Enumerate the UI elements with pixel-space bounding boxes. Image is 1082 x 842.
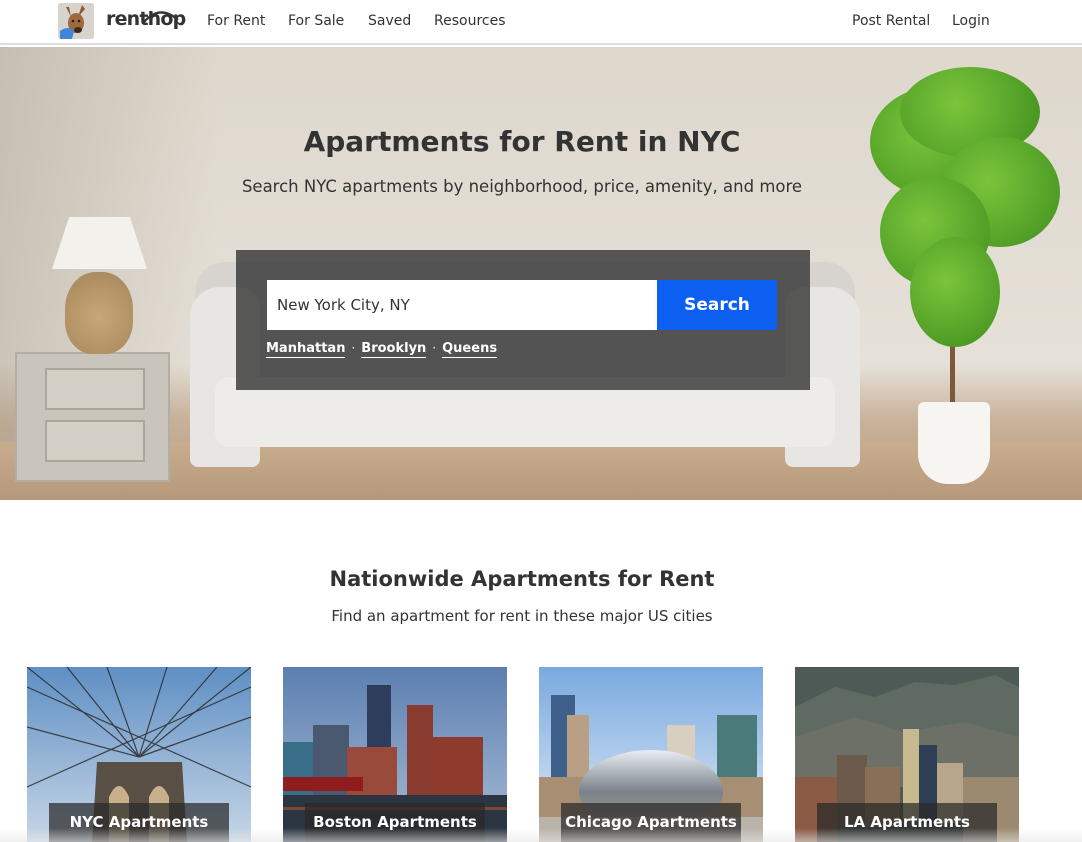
nightstand-drawer [45, 368, 145, 410]
logo-arc-icon [143, 11, 179, 23]
nav-saved[interactable]: Saved [368, 13, 411, 29]
search-button[interactable]: Search [657, 280, 777, 330]
nightstand-drawer [45, 420, 145, 462]
city-card-chicago[interactable]: Chicago Apartments [539, 667, 763, 842]
nav-post-rental[interactable]: Post Rental [852, 13, 930, 29]
top-navigation: renthop For Rent For Sale Saved Resource… [0, 0, 1082, 45]
location-search-input[interactable] [267, 280, 657, 330]
nav-resources[interactable]: Resources [434, 13, 506, 29]
nationwide-title: Nationwide Apartments for Rent [329, 567, 715, 591]
hero-title: Apartments for Rent in NYC [303, 125, 741, 158]
quick-link-manhattan[interactable]: Manhattan [266, 341, 346, 358]
renthop-logo-icon[interactable] [58, 3, 94, 39]
separator: · [432, 341, 437, 355]
search-panel: Search Manhattan · Brooklyn · Queens [236, 250, 810, 390]
lamp-base-image [65, 272, 133, 354]
quick-link-queens[interactable]: Queens [442, 341, 498, 358]
city-card-la[interactable]: LA Apartments [795, 667, 1019, 842]
neighborhood-quick-links: Manhattan · Brooklyn · Queens [266, 341, 498, 358]
city-card-boston[interactable]: Boston Apartments [283, 667, 507, 842]
nav-for-rent[interactable]: For Rent [207, 13, 265, 29]
quick-link-brooklyn[interactable]: Brooklyn [361, 341, 427, 358]
page-bottom-fade [0, 828, 1082, 842]
separator: · [351, 341, 356, 355]
plant-leaves [910, 237, 1000, 347]
plant-pot-image [918, 402, 990, 484]
nationwide-subtitle: Find an apartment for rent in these majo… [331, 607, 713, 625]
hero-subtitle: Search NYC apartments by neighborhood, p… [241, 177, 803, 196]
nightstand-image [15, 352, 170, 482]
hero-banner: Apartments for Rent in NYC Search NYC ap… [0, 47, 1082, 500]
nav-login[interactable]: Login [952, 13, 990, 29]
city-card-nyc[interactable]: NYC Apartments [27, 667, 251, 842]
nav-for-sale[interactable]: For Sale [288, 13, 344, 29]
